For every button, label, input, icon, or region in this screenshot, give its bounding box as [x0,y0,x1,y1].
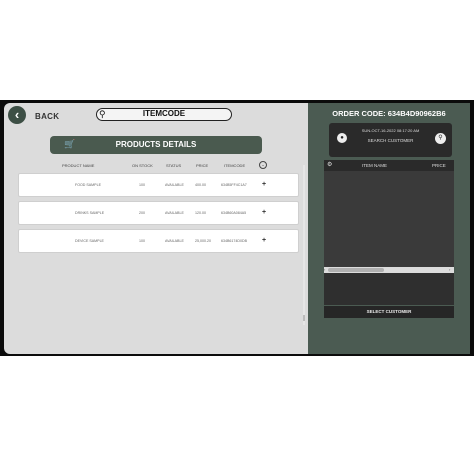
add-item-button[interactable]: + [262,209,266,216]
col-item-name: ITEM NAME [362,163,388,168]
products-header: 🛒 PRODUCTS DETAILS [50,136,262,154]
search-icon[interactable]: ⚲ [435,133,446,144]
order-datetime: SUN-OCT-16-2022 08:17:20 AM [361,128,420,133]
cell-status: AVAILABLE [165,211,184,215]
col-itemcode: ITEMCODE [224,163,246,168]
col-item-price: PRICE [432,163,446,168]
col-status: STATUS [166,163,182,168]
products-table-header: PRODUCT NAME ON STOCK STATUS PRICE ITEMC… [18,161,298,171]
pos-window: ‹ BACK ⚲ ITEMCODE 🛒 PRODUCTS DETAILS PRO… [0,100,474,356]
filter-icon[interactable]: ⌄ [259,161,267,169]
cell-status: AVAILABLE [165,239,184,243]
cell-price: 25,000.20 [195,239,211,243]
cell-name: DEVICE SAMPLE [75,239,104,243]
order-pane: ORDER CODE: 634B4D90962B6 SUN-OCT-16-202… [308,103,470,354]
itemcode-search-input[interactable]: ⚲ ITEMCODE [96,108,232,121]
cell-code: 634B60A084A5 [221,211,247,215]
scrollbar-thumb[interactable] [328,268,384,272]
order-totals-panel [324,273,454,305]
select-customer-button[interactable]: SELECT CUSTOMER [324,306,454,318]
cell-stock: 100 [139,183,145,187]
search-customer-label[interactable]: SEARCH CUSTOMER [329,138,452,143]
col-price: PRICE [196,163,209,168]
cell-code: 634B6174D0DB [221,239,247,243]
add-item-button[interactable]: + [262,181,266,188]
table-row[interactable]: FOOD SAMPLE 100 AVAILABLE 400.00 634B5FF… [18,173,299,197]
table-row[interactable]: DRINKS SAMPLE 200 AVAILABLE 120.00 634B6… [18,201,299,225]
arrow-left-icon: ‹ [14,107,20,122]
cell-stock: 200 [139,211,145,215]
gear-icon[interactable]: ⚙ [327,161,332,168]
table-row[interactable]: DEVICE SAMPLE 100 AVAILABLE 25,000.20 63… [18,229,299,253]
add-item-button[interactable]: + [262,237,266,244]
cell-price: 400.00 [195,183,206,187]
cell-name: FOOD SAMPLE [75,183,101,187]
back-label[interactable]: BACK [35,112,59,121]
vertical-scrollbar[interactable] [303,165,305,325]
products-pane: ‹ BACK ⚲ ITEMCODE 🛒 PRODUCTS DETAILS PRO… [4,103,308,354]
products-title: PRODUCTS DETAILS [115,140,197,149]
back-button[interactable]: ‹ [8,106,26,124]
cell-stock: 100 [139,239,145,243]
order-items-list[interactable] [324,171,454,267]
order-code: ORDER CODE: 634B4D90962B6 [332,109,446,118]
search-value: ITEMCODE [142,109,186,118]
cell-code: 634B5FF4C1A7 [221,183,247,187]
cell-name: DRINKS SAMPLE [75,211,105,215]
col-product-name: PRODUCT NAME [62,163,95,168]
order-items-header: ⚙ ITEM NAME PRICE [324,160,454,171]
customer-panel: SUN-OCT-16-2022 08:17:20 AM ● SEARCH CUS… [329,123,452,157]
cell-price: 120.00 [195,211,206,215]
col-on-stock: ON STOCK [132,163,153,168]
scrollbar-thumb[interactable] [303,315,305,321]
cell-status: AVAILABLE [165,183,184,187]
